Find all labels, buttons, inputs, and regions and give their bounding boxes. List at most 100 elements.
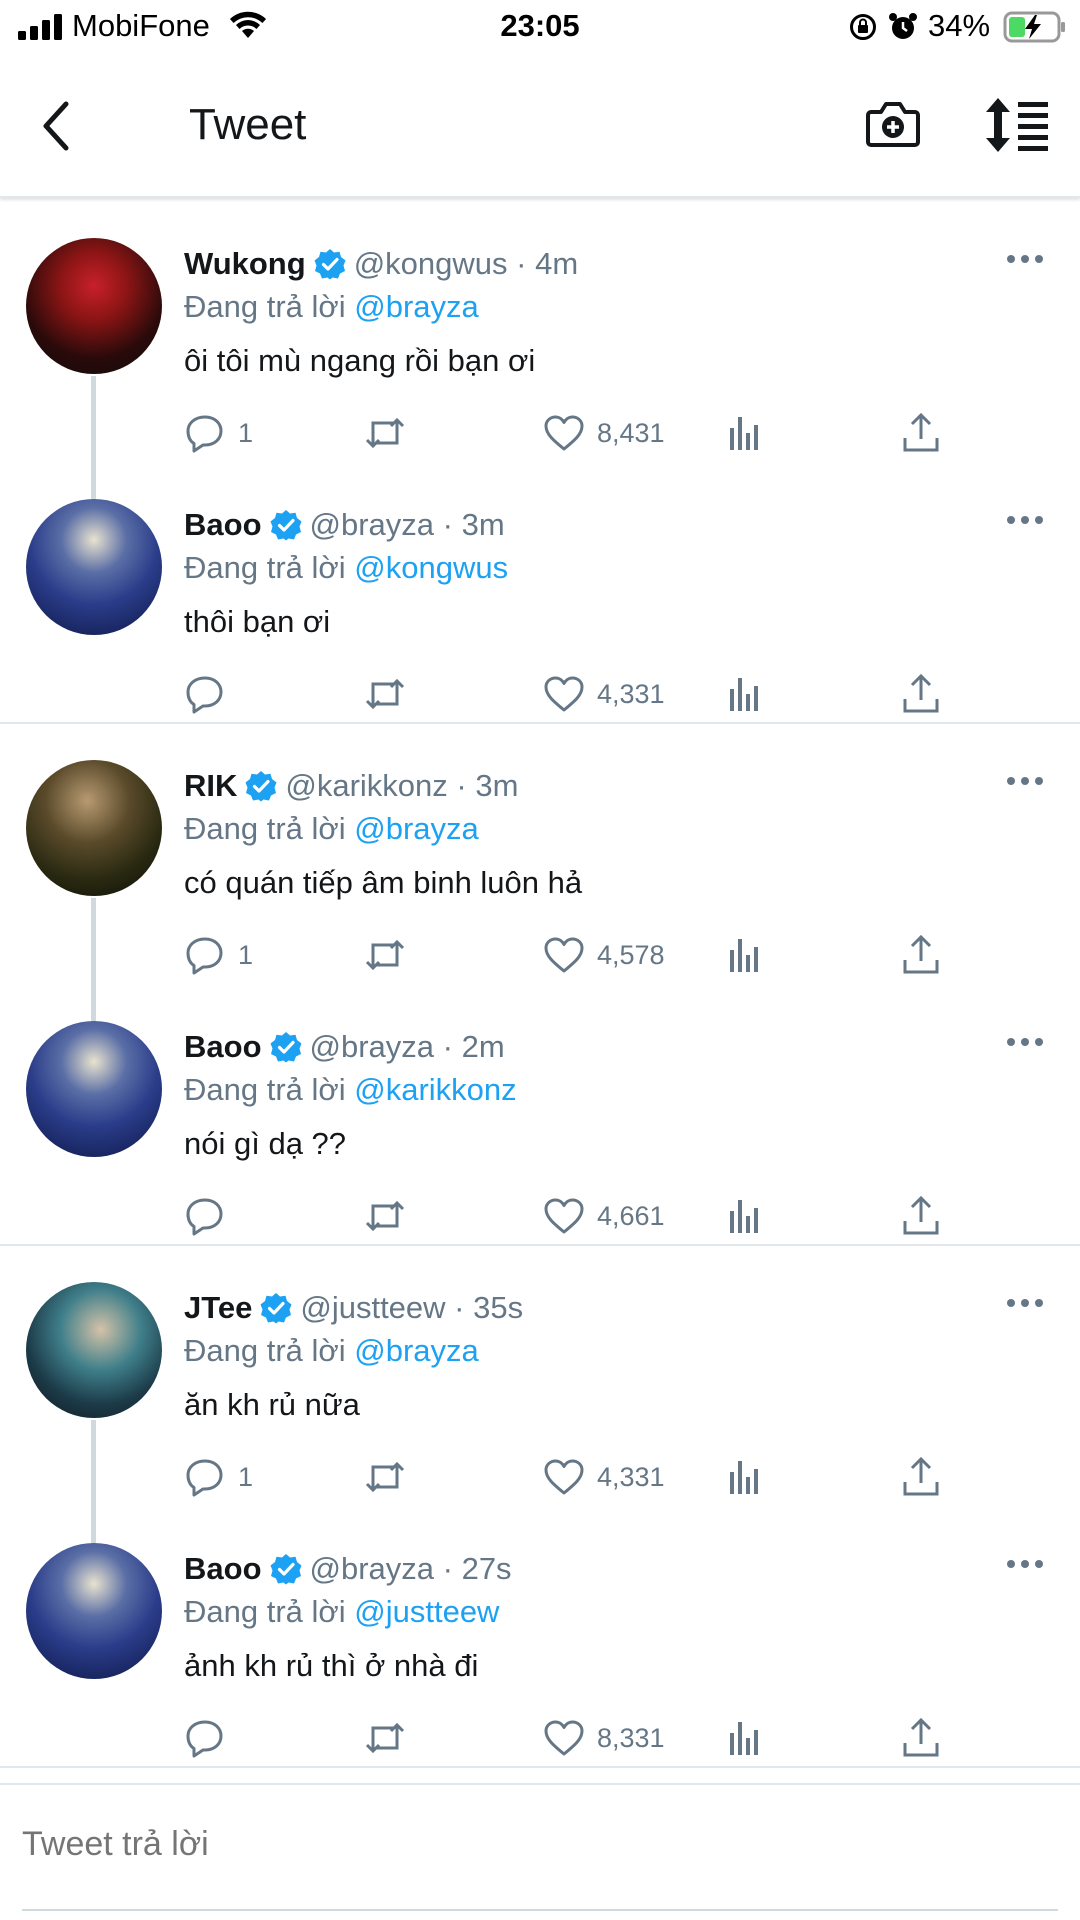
reply-button[interactable] [184,671,238,717]
display-name[interactable]: JTee [184,1290,252,1326]
display-name[interactable]: RIK [184,768,237,804]
reply-button[interactable]: 1 [184,932,253,978]
back-chevron-icon[interactable] [36,98,76,154]
heart-icon [544,1198,584,1234]
analytics-icon [730,678,758,711]
retweet-icon [365,678,405,710]
like-button[interactable]: 4,331 [543,671,665,717]
handle[interactable]: @brayza [310,1551,435,1587]
mention-link[interactable]: @justteew [354,1594,499,1629]
tweet[interactable]: Baoo @brayza · 3m Đang trả lời @kongwus thô… [0,461,1080,722]
tweet-text: nói gì dạ ?? [184,1126,347,1161]
handle[interactable]: @justteew [300,1290,445,1326]
share-button[interactable] [900,671,942,717]
retweet-button[interactable] [364,1715,418,1761]
retweet-icon [365,939,405,971]
retweet-button[interactable] [364,671,418,717]
avatar[interactable] [26,1021,162,1157]
analytics-button[interactable] [724,671,766,717]
tweet[interactable]: Wukong @kongwus · 4m Đang trả lời @brayza ô… [0,200,1080,624]
display-name[interactable]: Baoo [184,1029,262,1065]
like-button[interactable]: 8,431 [543,410,665,456]
like-count: 4,331 [597,1461,665,1492]
avatar[interactable] [26,1543,162,1679]
tweet[interactable]: JTee @justteew · 35s Đang trả lời @brayza ă… [0,1244,1080,1668]
analytics-button[interactable] [724,1715,766,1761]
retweet-button[interactable] [364,410,418,456]
more-options-icon[interactable] [1006,1298,1044,1308]
reply-button[interactable] [184,1715,238,1761]
dot-separator: · [434,507,462,542]
reply-button[interactable]: 1 [184,1454,253,1500]
more-options-icon[interactable] [1006,1559,1044,1569]
tweet[interactable]: Baoo @brayza · 27s Đang trả lời @justteew ả… [0,1505,1080,1766]
analytics-button[interactable] [724,1193,766,1239]
handle[interactable]: @brayza [310,1029,435,1065]
tweet-text: ảnh kh rủ thì ở nhà đi [184,1648,479,1683]
share-button[interactable] [900,1193,942,1239]
timestamp: 3m [475,768,519,803]
like-button[interactable]: 4,331 [543,1454,665,1500]
avatar[interactable] [26,499,162,635]
clock: 23:05 [500,8,580,43]
verified-badge-icon [245,771,277,802]
avatar[interactable] [26,1282,162,1418]
reply-icon [186,415,223,453]
status-bar: MobiFone 23:05 34% [0,0,1080,56]
analytics-button[interactable] [724,1454,766,1500]
reply-button[interactable]: 1 [184,410,253,456]
tweet[interactable]: Baoo @brayza · 2m Đang trả lời @karikkonz n… [0,983,1080,1244]
handle[interactable]: @brayza [310,507,435,543]
share-button[interactable] [900,410,942,456]
share-button[interactable] [900,1454,942,1500]
share-icon [903,412,939,452]
sort-icon[interactable] [984,96,1050,154]
reply-count: 1 [238,939,254,970]
like-count: 8,331 [597,1722,665,1753]
avatar[interactable] [26,238,162,374]
retweet-button[interactable] [364,1454,418,1500]
mention-link[interactable]: @brayza [354,1333,479,1368]
analytics-button[interactable] [724,932,766,978]
dot-separator: · [434,1029,462,1064]
retweet-button[interactable] [364,1193,418,1239]
analytics-icon [730,939,758,972]
retweet-button[interactable] [364,932,418,978]
mention-link[interactable]: @brayza [354,811,479,846]
display-name[interactable]: Baoo [184,1551,262,1587]
display-name[interactable]: Baoo [184,507,262,543]
heart-icon [544,1720,584,1756]
like-button[interactable]: 4,661 [543,1193,665,1239]
more-options-icon[interactable] [1006,1037,1044,1047]
verified-badge-icon [270,1032,301,1063]
heart-icon [544,937,584,973]
tweet-header: Baoo @brayza · 27s [184,1551,512,1587]
dot-separator: · [507,246,536,281]
analytics-icon [730,1722,758,1755]
more-options-icon[interactable] [1006,254,1044,264]
camera-plus-icon[interactable] [865,96,921,152]
mention-link[interactable]: @kongwus [354,550,508,585]
timestamp: 2m [461,1029,505,1064]
handle[interactable]: @karikkonz [285,768,447,804]
replying-to-label: Đang trả lời [184,1072,346,1107]
share-button[interactable] [900,1715,942,1761]
reply-input[interactable] [22,1825,1022,1864]
like-button[interactable]: 8,331 [543,1715,665,1761]
more-options-icon[interactable] [1006,776,1044,786]
mention-link[interactable]: @karikkonz [354,1072,516,1107]
share-button[interactable] [900,932,942,978]
dot-separator: · [434,1551,462,1586]
avatar[interactable] [26,760,162,896]
more-options-icon[interactable] [1006,515,1044,525]
handle[interactable]: @kongwus [354,246,508,282]
mention-link[interactable]: @brayza [354,289,479,324]
analytics-button[interactable] [724,410,766,456]
display-name[interactable]: Wukong [184,246,306,282]
verified-badge-icon [314,249,346,280]
tweet[interactable]: RIK @karikkonz · 3m Đang trả lời @brayza có… [0,722,1080,1146]
like-button[interactable]: 4,578 [543,932,665,978]
heart-icon [544,1459,584,1495]
retweet-icon [365,1722,405,1754]
reply-button[interactable] [184,1193,238,1239]
